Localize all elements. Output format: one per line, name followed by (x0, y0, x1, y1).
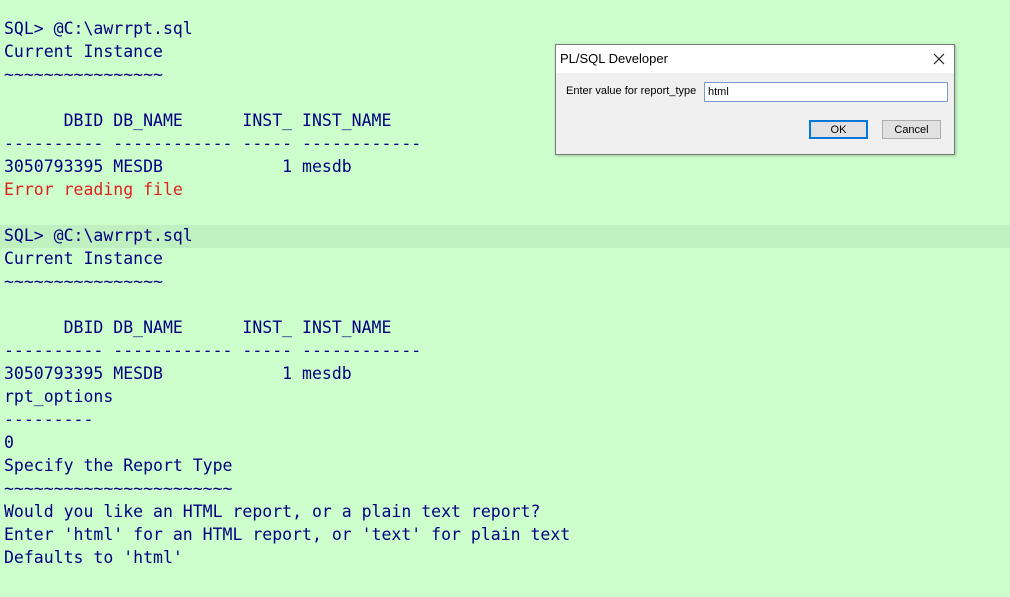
console-line: DBID DB_NAME INST_ INST_NAME (4, 318, 392, 337)
console-line: rpt_options (4, 387, 114, 406)
console-line: SQL> @C:\awrrpt.sql (4, 226, 193, 245)
console-line: Current Instance (4, 249, 163, 268)
dialog-title: PL/SQL Developer (560, 51, 668, 66)
console-line: SQL> @C:\awrrpt.sql (4, 19, 193, 38)
console-line: ---------- ------------ ----- ----------… (4, 134, 422, 153)
cancel-button[interactable]: Cancel (882, 120, 941, 139)
substitution-variable-dialog: PL/SQL Developer Enter value for report_… (555, 44, 955, 155)
console-line: ---------- ------------ ----- ----------… (4, 341, 422, 360)
console-line: DBID DB_NAME INST_ INST_NAME (4, 111, 392, 130)
console-line: ~~~~~~~~~~~~~~~~ (4, 65, 163, 84)
close-icon-glyph (933, 53, 945, 65)
console-line: Specify the Report Type (4, 456, 233, 475)
dialog-titlebar[interactable]: PL/SQL Developer (556, 45, 954, 73)
ok-button[interactable]: OK (809, 120, 868, 139)
console-line: 0 (4, 433, 14, 452)
console-line: 3050793395 MESDB 1 mesdb (4, 364, 352, 383)
console-line: Current Instance (4, 42, 163, 61)
prompt-label: Enter value for report_type (566, 85, 697, 97)
console-line: Would you like an HTML report, or a plai… (4, 502, 541, 521)
close-icon[interactable] (924, 45, 954, 73)
console-line: --------- (4, 410, 94, 429)
console-line: Enter 'html' for an HTML report, or 'tex… (4, 525, 571, 544)
console-line: ~~~~~~~~~~~~~~~~~~~~~~~ (4, 479, 233, 498)
report-type-input[interactable] (704, 82, 948, 102)
error-message: Error reading file (4, 180, 183, 199)
console-line: ~~~~~~~~~~~~~~~~ (4, 272, 163, 291)
console-line: Defaults to 'html' (4, 548, 183, 567)
console-line: 3050793395 MESDB 1 mesdb (4, 157, 352, 176)
